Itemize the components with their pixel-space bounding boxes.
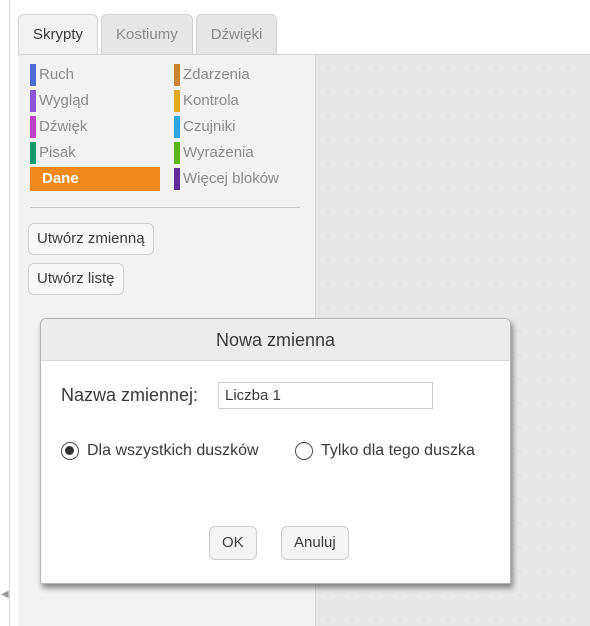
- category-label: Więcej bloków: [183, 170, 279, 187]
- radio-label-this-sprite: Tylko dla tego duszka: [321, 442, 475, 459]
- category-operators[interactable]: Wyrażenia: [174, 141, 254, 165]
- radio-option-this-sprite[interactable]: Tylko dla tego duszka: [295, 439, 475, 463]
- category-color-swatch: [30, 64, 36, 86]
- category-sound[interactable]: Dźwięk: [30, 115, 87, 139]
- category-color-swatch: [174, 64, 180, 86]
- category-color-swatch: [30, 142, 36, 164]
- variable-name-input[interactable]: [218, 382, 433, 409]
- category-looks[interactable]: Wygląd: [30, 89, 89, 113]
- category-sensing[interactable]: Czujniki: [174, 115, 236, 139]
- category-color-swatch: [174, 168, 180, 190]
- new-variable-dialog: Nowa zmienna Nazwa zmiennej: Dla wszystk…: [40, 318, 511, 584]
- category-label: Dźwięk: [39, 118, 88, 135]
- make-variable-button[interactable]: Utwórz zmienną: [28, 223, 154, 255]
- dialog-title: Nowa zmienna: [41, 319, 510, 361]
- category-label: Ruch: [39, 66, 75, 83]
- variable-name-label: Nazwa zmiennej:: [61, 385, 199, 405]
- category-color-swatch: [30, 90, 36, 112]
- category-label: Dane: [42, 170, 79, 187]
- category-control[interactable]: Kontrola: [174, 89, 239, 113]
- palette-divider: [30, 207, 300, 208]
- category-label: Pisak: [39, 144, 76, 161]
- scroll-left-arrow-icon[interactable]: ◀: [1, 588, 9, 602]
- left-panel-edge: ◀: [0, 0, 10, 626]
- category-events[interactable]: Zdarzenia: [174, 63, 250, 87]
- category-label: Czujniki: [183, 118, 236, 135]
- tab-sounds[interactable]: Dźwięki: [195, 14, 278, 54]
- tab-scripts[interactable]: Skrypty: [18, 14, 99, 54]
- category-color-swatch: [174, 116, 180, 138]
- category-label: Kontrola: [183, 92, 239, 109]
- category-data[interactable]: Dane: [30, 167, 160, 191]
- category-color-swatch: [174, 142, 180, 164]
- category-label: Wygląd: [39, 92, 89, 109]
- editor-tabs: Skrypty Kostiumy Dźwięki: [18, 14, 280, 54]
- radio-button-checked[interactable]: [61, 442, 79, 460]
- tab-costumes[interactable]: Kostiumy: [101, 14, 193, 54]
- radio-label-all-sprites: Dla wszystkich duszków: [87, 442, 259, 459]
- scratch-editor: ◀ Skrypty Kostiumy Dźwięki Ruch Zdarzeni…: [0, 0, 590, 626]
- ok-button[interactable]: OK: [209, 526, 257, 560]
- category-more-blocks[interactable]: Więcej bloków: [174, 167, 279, 191]
- radio-option-all-sprites[interactable]: Dla wszystkich duszków: [61, 439, 259, 463]
- make-list-button[interactable]: Utwórz listę: [28, 263, 124, 295]
- category-motion[interactable]: Ruch: [30, 63, 74, 87]
- category-label: Wyrażenia: [183, 144, 254, 161]
- category-color-swatch: [30, 116, 36, 138]
- cancel-button[interactable]: Anuluj: [281, 526, 349, 560]
- radio-button-unchecked[interactable]: [295, 442, 313, 460]
- category-label: Zdarzenia: [183, 66, 250, 83]
- category-pen[interactable]: Pisak: [30, 141, 76, 165]
- category-color-swatch: [174, 90, 180, 112]
